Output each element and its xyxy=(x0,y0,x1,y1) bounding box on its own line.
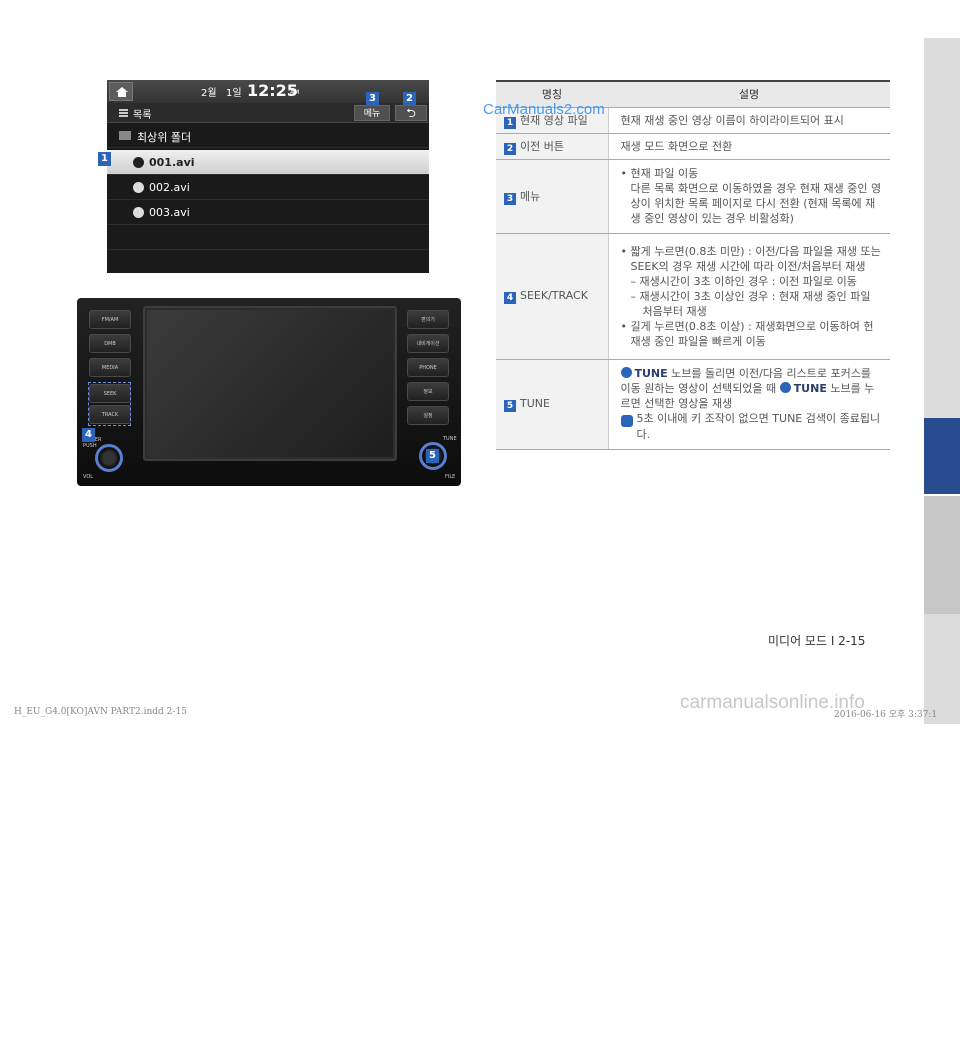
table-row: 4 SEEK/TRACK • 짧게 누르면(0.8초 미만) : 이전/다음 파일… xyxy=(496,233,890,360)
seek-track-highlight xyxy=(88,382,131,426)
play-icon xyxy=(133,157,144,168)
file-row[interactable]: 003.avi xyxy=(107,200,429,225)
callout-2: 2 xyxy=(403,92,416,106)
row-number: 2 xyxy=(504,142,516,155)
convenience-button[interactable]: 편의기 xyxy=(407,310,449,329)
column-header-desc: 설명 xyxy=(608,80,890,108)
file-name: 002.avi xyxy=(149,181,190,194)
row-number: 5 xyxy=(504,399,516,412)
phone-button[interactable]: PHONE xyxy=(407,358,449,377)
page-number: 미디어 모드 I 2-15 xyxy=(768,634,866,648)
tune-keyword: TUNE xyxy=(793,382,827,395)
tune-description: TUNE 노브를 돌리면 이전/다음 리스트로 포커스를 이동 원하는 영상이 … xyxy=(620,366,883,411)
head-unit-panel: FM/AM DMB MEDIA SEEK TRACK POWER PUSH VO… xyxy=(77,298,461,486)
status-bar: 2월 1일 12:25 AM xyxy=(107,80,429,103)
bullet-detail: 다른 목록 화면으로 이동하였을 경우 현재 재생 중인 영상이 위치한 목록 … xyxy=(630,182,882,225)
bullet: • 현재 파일 이동 xyxy=(620,167,699,180)
callout-3: 3 xyxy=(366,92,379,106)
row-name-text: 이전 버튼 xyxy=(520,139,564,153)
row-desc: • 짧게 누르면(0.8초 미만) : 이전/다음 파일을 재생 또는 SEEK… xyxy=(608,233,890,360)
rail-segment xyxy=(924,38,960,418)
folder-icon xyxy=(119,131,131,140)
file-name: 003.avi xyxy=(149,206,190,219)
clock-ampm: AM xyxy=(290,89,300,96)
list-icon xyxy=(119,109,128,117)
navigation-button[interactable]: 내비게이션 xyxy=(407,334,449,353)
home-icon xyxy=(116,87,128,97)
home-button[interactable] xyxy=(109,82,133,101)
file-label: FILE xyxy=(445,474,456,480)
menu-button[interactable]: 메뉴 xyxy=(354,105,390,121)
row-name: 3 메뉴 xyxy=(496,159,609,234)
watermark: CarManuals2.com xyxy=(483,101,605,118)
vol-label: VOL xyxy=(83,474,94,480)
sub-bullet: – 재생시간이 3초 이상인 경우 : 현재 재생 중인 파일 처음부터 재생 xyxy=(630,289,871,318)
bullet: • 짧게 누르면(0.8초 미만) : 이전/다음 파일을 재생 또는 SEEK… xyxy=(620,244,881,273)
folder-label: 최상위 폴더 xyxy=(137,131,192,144)
video-file-icon xyxy=(133,207,144,218)
row-desc: • 현재 파일 이동 다른 목록 화면으로 이동하였을 경우 현재 재생 중인 … xyxy=(608,159,890,234)
list-header: 목록 메뉴 ⮌ xyxy=(107,103,429,123)
bullet: • 길게 누르면(0.8초 이상) : 재생화면으로 이동하여 헌 재생 중인 … xyxy=(620,319,874,348)
callout-5: 5 xyxy=(426,449,439,463)
row-name-text: SEEK/TRACK xyxy=(520,288,588,302)
rail-segment-active xyxy=(924,418,960,494)
folder-row[interactable]: 최상위 폴더 xyxy=(107,123,429,148)
tune-label: TUNE xyxy=(443,436,457,442)
display-screen xyxy=(143,306,397,461)
file-name: 001.avi xyxy=(149,156,195,169)
fm-am-button[interactable]: FM/AM xyxy=(89,310,131,329)
tune-knob-icon xyxy=(779,382,791,393)
row-number: 4 xyxy=(504,291,516,304)
chapter-rail: 02 xyxy=(924,0,960,1050)
row-name: 4 SEEK/TRACK xyxy=(496,233,609,360)
row-number: 1 xyxy=(504,116,516,129)
file-row-current[interactable]: 001.avi xyxy=(107,150,429,175)
push-label: PUSH xyxy=(83,443,97,449)
info-button[interactable]: 정보 xyxy=(407,382,449,401)
date-month: 2월 xyxy=(201,88,217,99)
list-label: 목록 xyxy=(133,110,152,121)
date-day: 1일 xyxy=(226,88,242,99)
tune-keyword: TUNE xyxy=(634,367,668,380)
row-desc: 현재 재생 중인 영상 이름이 하이라이트되어 표시 xyxy=(608,107,890,134)
chapter-number: 02 xyxy=(935,1034,949,1050)
row-desc: 재생 모드 화면으로 전환 xyxy=(608,133,890,160)
table-row: 5 TUNE TUNE 노브를 돌리면 이전/다음 리스트로 포커스를 이동 원하… xyxy=(496,359,890,450)
rail-chapter-tab[interactable]: 02 xyxy=(924,496,960,1050)
row-name-text: 메뉴 xyxy=(520,189,541,203)
media-list-screenshot: 2월 1일 12:25 AM 목록 메뉴 ⮌ 최상위 폴더 001.avi 00… xyxy=(107,80,429,273)
row-name: 2 이전 버튼 xyxy=(496,133,609,160)
info-icon: i xyxy=(617,415,633,427)
dmb-button[interactable]: DMB xyxy=(89,334,131,353)
empty-row xyxy=(107,225,429,250)
sub-bullet: – 재생시간이 3초 이하인 경우 : 이전 파일로 이동 xyxy=(630,274,857,288)
table-row: 2 이전 버튼 재생 모드 화면으로 전환 xyxy=(496,133,890,160)
table-row: 3 메뉴 • 현재 파일 이동 다른 목록 화면으로 이동하였을 경우 현재 재생… xyxy=(496,159,890,234)
callout-4: 4 xyxy=(82,428,95,442)
description-table: 명칭 설명 1 현재 영상 파일 현재 재생 중인 영상 이름이 하이라이트되어 … xyxy=(496,80,890,450)
volume-knob[interactable] xyxy=(95,444,123,472)
row-name-text: TUNE xyxy=(520,396,550,410)
tune-knob-icon xyxy=(620,367,632,378)
settings-button[interactable]: 설정 xyxy=(407,406,449,425)
note: i 5초 이내에 키 조작이 없으면 TUNE 검색이 종료됩니다. xyxy=(617,411,883,442)
video-file-icon xyxy=(133,182,144,193)
note-text: 5초 이내에 키 조작이 없으면 TUNE 검색이 종료됩니다. xyxy=(636,412,881,441)
file-row[interactable]: 002.avi xyxy=(107,175,429,200)
footer-left: H_EU_G4.0[KO]AVN PART2.indd 2-15 xyxy=(14,707,187,717)
media-button[interactable]: MEDIA xyxy=(89,358,131,377)
footer-right: 2016-06-16 오후 3:37:1 xyxy=(834,710,938,720)
callout-1: 1 xyxy=(98,152,111,166)
row-number: 3 xyxy=(504,192,516,205)
back-button[interactable]: ⮌ xyxy=(395,105,427,121)
row-name: 5 TUNE xyxy=(496,359,609,450)
row-desc: TUNE 노브를 돌리면 이전/다음 리스트로 포커스를 이동 원하는 영상이 … xyxy=(608,359,890,450)
